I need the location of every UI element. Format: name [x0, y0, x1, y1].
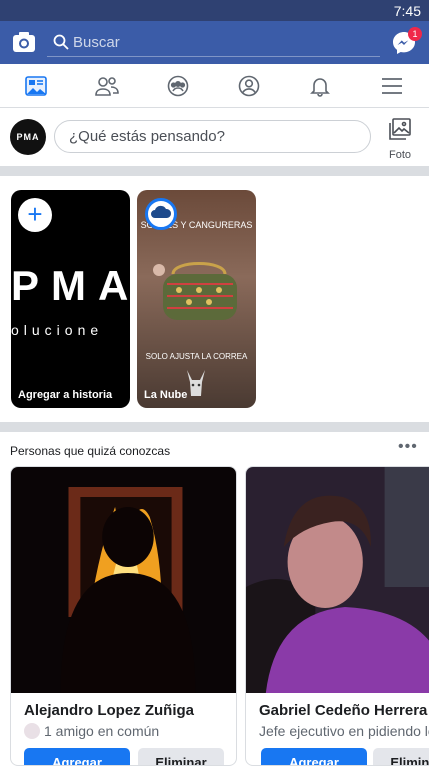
remove-label: Eliminar: [390, 755, 429, 766]
mutual-friend-avatar: [24, 723, 40, 739]
more-options-icon[interactable]: •••: [398, 438, 418, 456]
photo-button[interactable]: Foto: [383, 118, 417, 161]
mutual-friends: Jefe ejecutivo en pidiendo lo: [259, 723, 429, 739]
stories-tray: PMA olucione + Agregar a historia SOBRES…: [0, 176, 429, 422]
add-friend-label: Agregar: [289, 755, 339, 766]
cloud-icon: [151, 205, 172, 218]
story-avatar: [145, 198, 177, 230]
groups-icon: [167, 75, 188, 97]
story-background-text: PMA: [11, 262, 130, 309]
story-background-subtext: olucione: [11, 322, 104, 338]
person-photo: [11, 467, 236, 693]
story-la-nube[interactable]: SOBRES Y CANGURERAS SOLO AJUSTA LA CORRE…: [137, 190, 256, 408]
divider: [0, 166, 429, 176]
add-friend-label: Agregar: [52, 755, 102, 766]
person-card[interactable]: Gabriel Cedeño Herrera Jefe ejecutivo en…: [245, 466, 429, 766]
mutual-friends: 1 amigo en común: [24, 723, 159, 739]
tab-groups[interactable]: [142, 64, 213, 108]
person-name[interactable]: Gabriel Cedeño Herrera: [259, 702, 427, 719]
add-friend-button[interactable]: Agregar: [261, 748, 367, 766]
remove-button[interactable]: Eliminar: [373, 748, 429, 766]
tab-menu[interactable]: [355, 64, 429, 108]
photo-label: Foto: [388, 149, 411, 161]
story-footer-text: SOLO AJUSTA LA CORREA: [145, 352, 248, 361]
bag-image-icon: [153, 262, 237, 320]
section-title: Personas que quizá conozcas: [10, 444, 171, 458]
mutual-friends-text: 1 amigo en común: [44, 723, 160, 739]
avatar[interactable]: PMA: [10, 119, 46, 155]
search-icon: [53, 34, 69, 50]
remove-button[interactable]: Eliminar: [138, 748, 224, 766]
top-bar: 1: [0, 21, 429, 64]
camera-icon[interactable]: [12, 31, 36, 53]
tab-profile[interactable]: [213, 64, 284, 108]
whats-on-your-mind-input[interactable]: ¿Qué estás pensando?: [54, 120, 371, 153]
status-bar: 7:45: [0, 0, 429, 21]
news-feed-icon: [24, 76, 47, 96]
person-photo: [246, 467, 429, 693]
person-card[interactable]: Alejandro Lopez Zuñiga 1 amigo en común …: [10, 466, 237, 766]
search-input[interactable]: [73, 31, 373, 53]
tab-notifications[interactable]: [284, 64, 355, 108]
story-caption: Agregar a historia: [18, 389, 113, 401]
status-time: 7:45: [393, 3, 421, 19]
post-composer: PMA ¿Qué estás pensando? Foto: [0, 108, 429, 166]
tab-news-feed[interactable]: [0, 64, 71, 108]
tab-bar: [0, 64, 429, 108]
profile-icon: [238, 75, 259, 97]
friends-icon: [94, 77, 119, 96]
story-add[interactable]: PMA olucione + Agregar a historia: [11, 190, 130, 408]
add-friend-button[interactable]: Agregar: [24, 748, 130, 766]
divider: [0, 422, 429, 432]
hamburger-icon: [382, 78, 402, 94]
search-box[interactable]: [47, 27, 380, 57]
remove-label: Eliminar: [155, 755, 207, 766]
people-you-may-know: Personas que quizá conozcas ••• Alejandr…: [0, 432, 429, 766]
messenger-badge: 1: [408, 27, 422, 41]
tab-friends[interactable]: [71, 64, 142, 108]
photo-icon: [389, 118, 411, 140]
person-name[interactable]: Alejandro Lopez Zuñiga: [24, 702, 194, 719]
bell-icon: [309, 78, 330, 97]
add-story-plus-icon[interactable]: +: [18, 198, 52, 232]
story-caption: La Nube: [144, 389, 188, 401]
